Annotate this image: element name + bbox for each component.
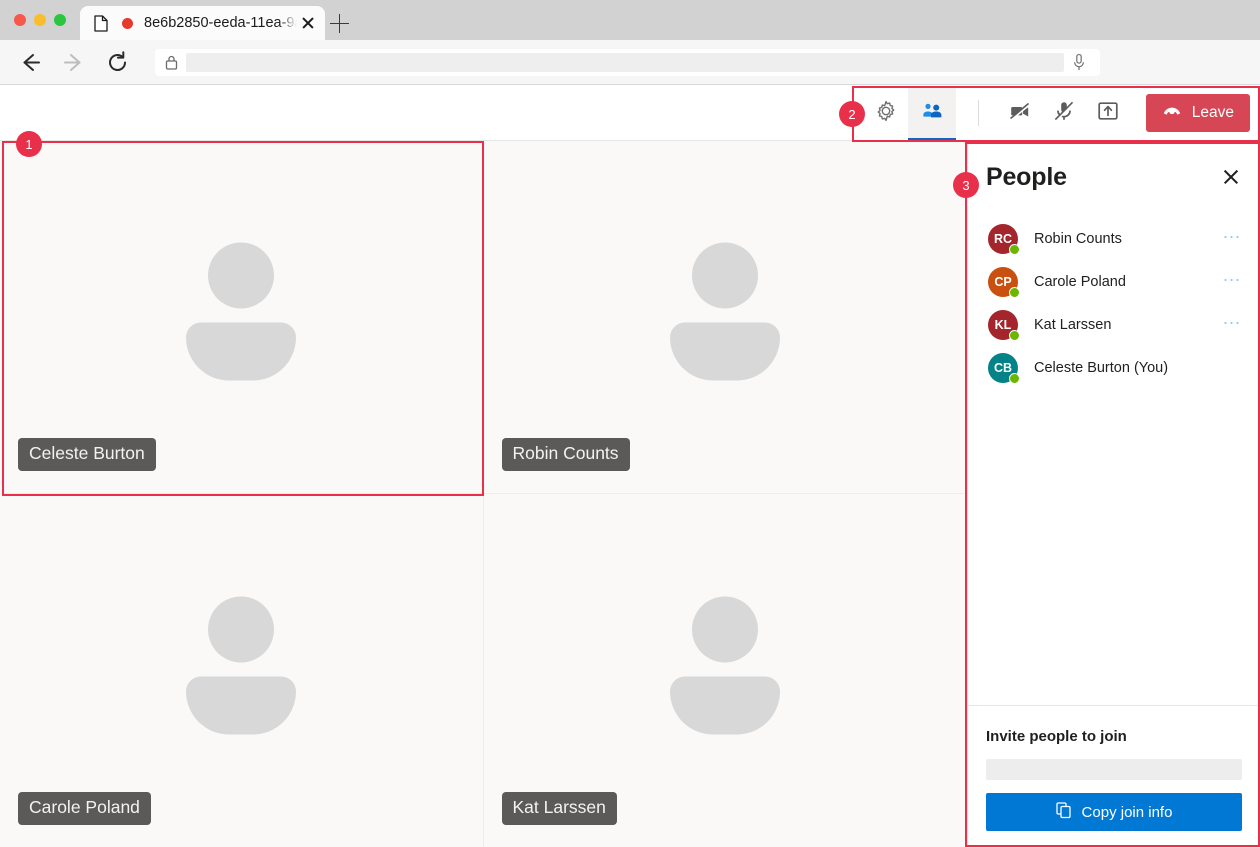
person-placeholder-icon: [186, 596, 296, 734]
avatar: CP: [988, 267, 1018, 297]
browser-tab[interactable]: 8e6b2850-eeda-11ea-9ac: [80, 6, 325, 40]
annotation-badge-2: 2: [839, 101, 865, 127]
plus-icon[interactable]: [330, 14, 349, 33]
participant-name: Robin Counts: [1034, 231, 1217, 247]
participant-row[interactable]: RC Robin Counts ⋯: [968, 217, 1260, 260]
people-panel-title: People: [986, 163, 1216, 192]
annotation-badge-1: 1: [16, 131, 42, 157]
minimize-window-button[interactable]: [34, 14, 46, 26]
copy-icon: [1056, 802, 1072, 823]
person-placeholder-icon: [186, 242, 296, 380]
camera-off-icon: [1008, 99, 1032, 128]
video-tile[interactable]: Kat Larssen: [484, 494, 968, 847]
microphone-icon[interactable]: [1072, 53, 1086, 72]
share-screen-icon: [1097, 100, 1119, 127]
invite-section: Invite people to join Copy join info: [968, 705, 1260, 847]
people-panel-header: People: [968, 141, 1260, 213]
participant-row[interactable]: CB Celeste Burton (You): [968, 346, 1260, 389]
participant-list: RC Robin Counts ⋯ CP Carole Poland ⋯: [968, 213, 1260, 705]
meeting-app: Leave Celeste Burton Robin Counts: [0, 86, 1260, 847]
camera-toggle-button[interactable]: [998, 86, 1042, 141]
close-icon[interactable]: [1216, 162, 1246, 192]
forward-arrow-icon: [60, 49, 87, 76]
back-arrow-icon[interactable]: [17, 49, 44, 76]
lock-icon: [165, 55, 178, 70]
invite-input[interactable]: [986, 759, 1242, 780]
browser-tab-bar: 8e6b2850-eeda-11ea-9ac: [0, 0, 1260, 40]
annotation-badge-3: 3: [953, 172, 979, 198]
ellipsis-icon[interactable]: ⋯: [1217, 269, 1249, 295]
video-tile-name: Robin Counts: [502, 438, 630, 471]
participant-row[interactable]: CP Carole Poland ⋯: [968, 260, 1260, 303]
video-tile-name: Celeste Burton: [18, 438, 156, 471]
settings-button[interactable]: [864, 86, 908, 141]
video-tile[interactable]: Celeste Burton: [0, 141, 484, 494]
share-screen-button[interactable]: [1086, 86, 1130, 141]
participant-row[interactable]: KL Kat Larssen ⋯: [968, 303, 1260, 346]
hangup-phone-icon: [1162, 104, 1182, 123]
avatar-initials: KL: [995, 318, 1012, 332]
avatar: KL: [988, 310, 1018, 340]
maximize-window-button[interactable]: [54, 14, 66, 26]
video-tile[interactable]: Carole Poland: [0, 494, 484, 847]
toolbar-divider: [978, 100, 979, 126]
copy-join-info-label: Copy join info: [1082, 804, 1173, 821]
presence-available-icon: [1009, 287, 1020, 298]
avatar: RC: [988, 224, 1018, 254]
browser-nav-bar: Guest ⋯: [0, 40, 1260, 85]
close-window-button[interactable]: [14, 14, 26, 26]
gear-icon: [875, 100, 897, 127]
ellipsis-icon[interactable]: ⋯: [1217, 312, 1249, 338]
video-tile[interactable]: Robin Counts: [484, 141, 968, 494]
window-controls: [14, 14, 66, 26]
presence-available-icon: [1009, 244, 1020, 255]
ellipsis-icon[interactable]: ⋯: [1217, 226, 1249, 252]
document-icon: [94, 15, 108, 32]
avatar: CB: [988, 353, 1018, 383]
people-panel: People RC Robin Counts ⋯ CP: [967, 141, 1260, 847]
avatar-initials: CP: [994, 275, 1011, 289]
presence-available-icon: [1009, 330, 1020, 341]
reload-icon[interactable]: [104, 49, 131, 76]
close-icon[interactable]: [299, 14, 317, 32]
video-tile-name: Carole Poland: [18, 792, 151, 825]
video-tile-name: Kat Larssen: [502, 792, 617, 825]
person-placeholder-icon: [670, 596, 780, 734]
person-placeholder-icon: [670, 242, 780, 380]
video-grid: Celeste Burton Robin Counts Carole Polan…: [0, 141, 967, 847]
mic-toggle-button[interactable]: [1042, 86, 1086, 141]
microphone-off-icon: [1052, 99, 1076, 128]
app-root: 8e6b2850-eeda-11ea-9ac Guest: [0, 0, 1260, 847]
meeting-toolbar: Leave: [0, 86, 1260, 141]
people-icon: [921, 100, 943, 127]
participant-name: Carole Poland: [1034, 274, 1217, 290]
copy-join-info-button[interactable]: Copy join info: [986, 793, 1242, 831]
leave-button-label: Leave: [1192, 104, 1234, 122]
presence-available-icon: [1009, 373, 1020, 384]
address-input[interactable]: [186, 53, 1064, 72]
avatar-initials: RC: [994, 232, 1012, 246]
invite-title: Invite people to join: [986, 728, 1242, 745]
participant-name: Celeste Burton (You): [1034, 360, 1248, 376]
recording-dot-icon: [122, 18, 133, 29]
address-bar[interactable]: [155, 49, 1100, 76]
participant-name: Kat Larssen: [1034, 317, 1217, 333]
people-button[interactable]: [908, 86, 956, 141]
browser-tab-title: 8e6b2850-eeda-11ea-9ac: [144, 15, 297, 31]
avatar-initials: CB: [994, 361, 1012, 375]
leave-button[interactable]: Leave: [1146, 94, 1250, 132]
